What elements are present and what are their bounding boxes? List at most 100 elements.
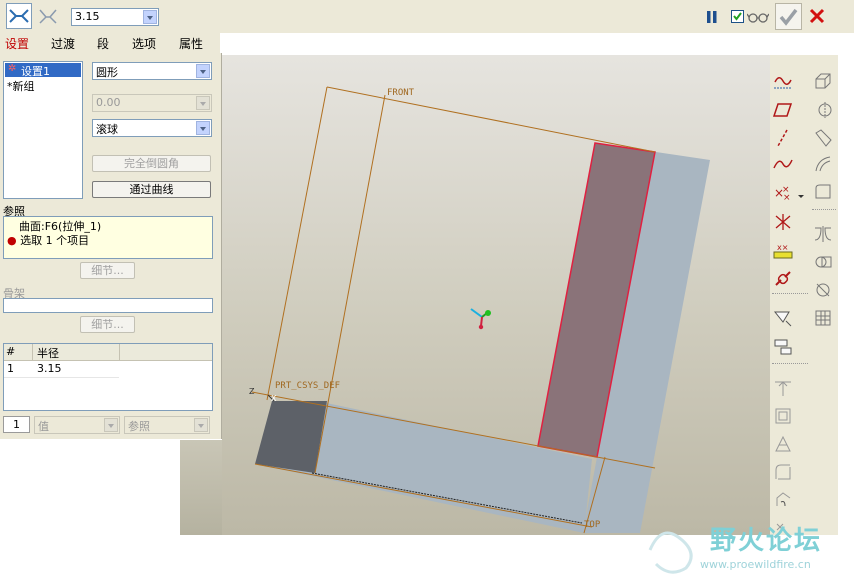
radius-value-combo[interactable]: 3.15 xyxy=(71,8,159,26)
watermark-logo-icon xyxy=(642,520,704,575)
full-round-button: 完全倒圆角 xyxy=(92,155,211,172)
chevron-down-icon xyxy=(194,418,208,432)
triad-z-icon xyxy=(480,316,483,327)
edit-feature-icon[interactable] xyxy=(772,335,794,357)
chain-link-icon[interactable] xyxy=(772,268,794,290)
preview-checkbox-icon[interactable] xyxy=(731,10,744,23)
tab-options[interactable]: 选项 xyxy=(132,35,156,51)
graphics-viewport[interactable]: FRONT TOP PRT_CSYS_DEF Z X xyxy=(222,55,770,535)
shell-icon xyxy=(772,405,794,427)
datum-axis-icon[interactable] xyxy=(772,127,794,149)
trim-icon[interactable] xyxy=(812,279,834,301)
set-item-label: 设置1 xyxy=(21,65,50,78)
datum-curve-icon[interactable] xyxy=(772,153,794,175)
triad-z-dot-icon xyxy=(478,324,484,330)
rib-icon xyxy=(772,377,794,399)
model-view xyxy=(251,86,710,534)
svg-text:×: × xyxy=(783,193,791,201)
conic-value-select: 0.00 xyxy=(92,94,212,112)
revolve-icon[interactable] xyxy=(812,99,834,121)
value-select-label: 值 xyxy=(38,420,49,433)
toolbar-divider xyxy=(812,209,836,210)
round-icon xyxy=(772,461,794,483)
front-plane-left-edge xyxy=(266,86,328,401)
method-value: 滚球 xyxy=(96,123,118,136)
datum-csys-icon[interactable] xyxy=(772,211,794,233)
chevron-down-icon[interactable] xyxy=(196,64,210,78)
grid-icon[interactable] xyxy=(812,307,834,329)
table-row[interactable]: 1 3.15 xyxy=(4,361,119,378)
cross-section-select[interactable]: 圆形 xyxy=(92,62,212,80)
through-curve-button[interactable]: 通过曲线 xyxy=(92,181,211,198)
chevron-down-icon xyxy=(104,418,118,432)
radius-table[interactable]: # 半径 1 3.15 xyxy=(3,343,213,411)
svg-text:x×: x× xyxy=(777,243,788,252)
bullet-icon: ● xyxy=(7,234,17,247)
csys-x-label: X xyxy=(271,394,277,403)
graphics-strip xyxy=(180,440,222,535)
references-details-button: 细节... xyxy=(80,262,135,279)
value-select: 值 xyxy=(34,416,120,434)
spine-collector[interactable] xyxy=(3,298,213,313)
chevron-down-icon[interactable] xyxy=(196,121,210,135)
tab-transitions[interactable]: 过渡 xyxy=(51,35,75,51)
cross-section-value: 圆形 xyxy=(96,66,118,79)
datum-point-icon[interactable]: × × × xyxy=(772,181,794,203)
constant-radius-icon[interactable] xyxy=(6,3,32,29)
merge-icon[interactable] xyxy=(812,251,834,273)
cancel-x-icon[interactable] xyxy=(808,7,826,25)
chevron-down-icon[interactable] xyxy=(797,189,805,198)
insert-feature-icon[interactable] xyxy=(772,307,794,329)
datum-plane-icon[interactable] xyxy=(772,99,794,121)
table-header: # 半径 xyxy=(4,344,212,361)
boundary-icon[interactable] xyxy=(812,181,834,203)
tab-setup[interactable]: 设置 xyxy=(5,35,29,51)
chamfer-icon xyxy=(772,489,794,511)
radius-value: 3.15 xyxy=(75,10,100,23)
triad-y-dot-icon xyxy=(485,310,491,316)
sketch-tool-icon[interactable] xyxy=(772,70,794,92)
front-plane-label: FRONT xyxy=(387,88,415,98)
watermark-url: www.proewildfire.cn xyxy=(700,558,811,571)
point-index-field[interactable]: 1 xyxy=(3,416,30,433)
csys-label: PRT_CSYS_DEF xyxy=(275,381,341,391)
reference-select: 参照 xyxy=(124,416,210,434)
chevron-down-icon xyxy=(196,96,210,110)
solid-end-face xyxy=(255,401,327,473)
toolbar-divider xyxy=(772,293,808,294)
column-header-radius: 半径 xyxy=(37,347,59,360)
variable-radius-icon[interactable] xyxy=(35,3,61,29)
watermark-title: 野火论坛 xyxy=(710,526,823,556)
references-collector[interactable]: 曲面:F6(拉伸_1) ● 选取 1 个项目 xyxy=(3,216,213,259)
list-item-selected[interactable]: ✲ 设置1 xyxy=(5,63,81,78)
set-marker-icon: ✲ xyxy=(8,63,17,74)
reference-select-label: 参照 xyxy=(128,420,150,433)
column-divider xyxy=(119,344,120,360)
method-select[interactable]: 滚球 xyxy=(92,119,212,137)
triad-x-icon xyxy=(470,308,483,318)
toolbar-divider xyxy=(772,363,808,364)
dashboard-bar: 3.15 xyxy=(0,0,854,33)
chevron-down-icon[interactable] xyxy=(143,10,157,24)
glasses-icon[interactable] xyxy=(746,10,770,24)
right-toolbar: × × × x× xyxy=(770,55,838,535)
top-plane-label: TOP xyxy=(584,520,601,530)
list-item-new-set[interactable]: *新组 xyxy=(7,78,35,94)
tab-segments[interactable]: 段 xyxy=(97,35,109,51)
column-header-index: # xyxy=(6,345,16,358)
sweep-icon[interactable] xyxy=(812,127,834,149)
csys-z-label: Z xyxy=(249,387,255,396)
extrude-icon[interactable] xyxy=(812,70,834,92)
row-radius[interactable]: 3.15 xyxy=(37,362,62,375)
blend-icon[interactable] xyxy=(812,153,834,175)
conic-value: 0.00 xyxy=(96,96,121,109)
confirm-check-icon[interactable] xyxy=(775,3,802,30)
reference-prompt[interactable]: ● 选取 1 个项目 xyxy=(7,232,89,248)
pause-icon[interactable] xyxy=(705,10,719,24)
column-divider xyxy=(32,344,33,360)
row-index: 1 xyxy=(7,362,14,375)
sets-list[interactable]: ✲ 设置1 *新组 xyxy=(3,61,83,199)
tab-properties[interactable]: 属性 xyxy=(179,35,203,51)
mirror-icon[interactable] xyxy=(812,223,834,245)
analysis-icon[interactable]: x× xyxy=(772,239,794,261)
